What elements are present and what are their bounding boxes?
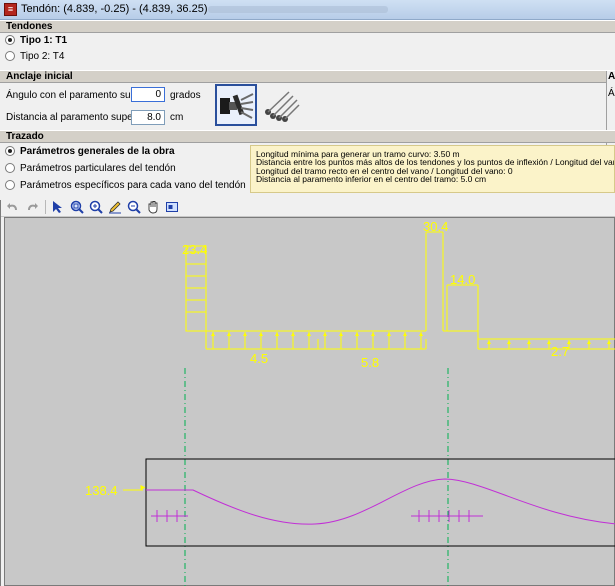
anchor-strands-icon <box>265 91 300 122</box>
load-arrow-head <box>387 332 391 336</box>
anchor-plate-icon <box>220 93 254 119</box>
anchor-force-label: 138.4 <box>85 483 118 498</box>
load-arrow-head <box>227 332 231 336</box>
title-bar-blur <box>208 6 388 13</box>
window-left-border <box>0 200 1 586</box>
tendon-option-t4[interactable]: Tipo 2: T4 <box>5 49 64 63</box>
tendon-option-label: Tipo 2: T4 <box>20 50 65 62</box>
tendon-ticks <box>151 510 483 522</box>
dimension-label: 4.5 <box>250 351 268 366</box>
trazado-option-specific[interactable]: Parámetros específicos para cada vano de… <box>5 178 246 192</box>
toolbar-separator <box>45 199 46 214</box>
zoom-icon[interactable] <box>87 198 104 215</box>
angle-unit: grados <box>170 90 201 101</box>
undo-icon[interactable] <box>4 198 21 215</box>
radio-icon[interactable] <box>5 146 15 156</box>
load-arrow-head <box>355 332 359 336</box>
trazado-option-particular[interactable]: Parámetros particulares del tendón <box>5 161 176 175</box>
select-arrow-icon[interactable] <box>49 198 66 215</box>
load-arrow-head <box>243 332 247 336</box>
load-label: 23.4 <box>182 242 207 257</box>
load-diagram <box>185 231 615 350</box>
window-title: Tendón: (4.839, -0.25) - (4.839, 36.25) <box>21 3 208 15</box>
load-arrow-head <box>291 332 295 336</box>
radio-icon[interactable] <box>5 163 15 173</box>
app-icon: ≡ <box>4 3 17 16</box>
load-arrow-head <box>339 332 343 336</box>
radio-icon[interactable] <box>5 35 15 45</box>
trazado-info-box: Longitud mínima para generar un tramo cu… <box>250 145 615 193</box>
load-arrow-head <box>275 332 279 336</box>
anclaje-header: Anclaje inicial <box>0 70 615 83</box>
load-arrow-head <box>323 332 327 336</box>
pencil-icon[interactable] <box>106 198 123 215</box>
right-label-cut: Á <box>608 88 615 99</box>
anchor-type-2-button[interactable] <box>259 84 301 126</box>
redo-icon[interactable] <box>23 198 40 215</box>
load-arrow-head <box>419 332 423 336</box>
trazado-option-label: Parámetros particulares del tendón <box>20 162 176 174</box>
trazado-option-label: Parámetros específicos para cada vano de… <box>20 179 246 191</box>
distance-label: Distancia al paramento superior <box>6 112 148 123</box>
load-arrow-head <box>527 340 531 344</box>
view-icon[interactable] <box>163 198 180 215</box>
load-arrow-head <box>211 332 215 336</box>
load-label: 30.4 <box>423 219 448 234</box>
tendon-profile <box>146 478 615 525</box>
tendon-diagram: 23.4 30.4 14.0 4.5 5.8 2.7 138.4 <box>85 219 615 586</box>
dimension-label: 5.8 <box>361 355 379 370</box>
drawing-toolbar <box>0 197 615 217</box>
load-arrow-head <box>607 340 611 344</box>
right-header-cut: A <box>608 71 615 82</box>
radio-icon[interactable] <box>5 51 15 61</box>
angle-input[interactable]: 0 <box>131 87 165 102</box>
load-arrow-head <box>307 332 311 336</box>
load-arrow-head <box>371 332 375 336</box>
title-bar: ≡ Tendón: (4.839, -0.25) - (4.839, 36.25… <box>0 0 615 20</box>
load-arrow-head <box>587 340 591 344</box>
load-arrow-head <box>507 340 511 344</box>
distance-input[interactable]: 8.0 <box>131 110 165 125</box>
load-arrow-head <box>403 332 407 336</box>
trazado-option-general[interactable]: Parámetros generales de la obra <box>5 144 175 158</box>
zoom-out-icon[interactable] <box>125 198 142 215</box>
trazado-option-label: Parámetros generales de la obra <box>20 145 175 157</box>
load-arrow-head <box>487 340 491 344</box>
load-arrow-head <box>259 332 263 336</box>
drawing-canvas[interactable]: 23.4 30.4 14.0 4.5 5.8 2.7 138.4 <box>4 217 615 586</box>
tendones-header: Tendones <box>0 20 615 33</box>
pan-hand-icon[interactable] <box>144 198 161 215</box>
trazado-header: Trazado <box>0 130 615 143</box>
anchor-type-1-button[interactable] <box>215 84 257 126</box>
tendon-option-label: Tipo 1: T1 <box>20 34 68 46</box>
tendon-option-t1[interactable]: Tipo 1: T1 <box>5 33 67 47</box>
info-line: Distancia al paramento inferior en el ce… <box>256 173 487 184</box>
load-label: 14.0 <box>450 272 475 287</box>
distance-unit: cm <box>170 112 184 123</box>
dimension-label: 2.7 <box>551 344 569 359</box>
radio-icon[interactable] <box>5 180 15 190</box>
zoom-window-icon[interactable] <box>68 198 85 215</box>
